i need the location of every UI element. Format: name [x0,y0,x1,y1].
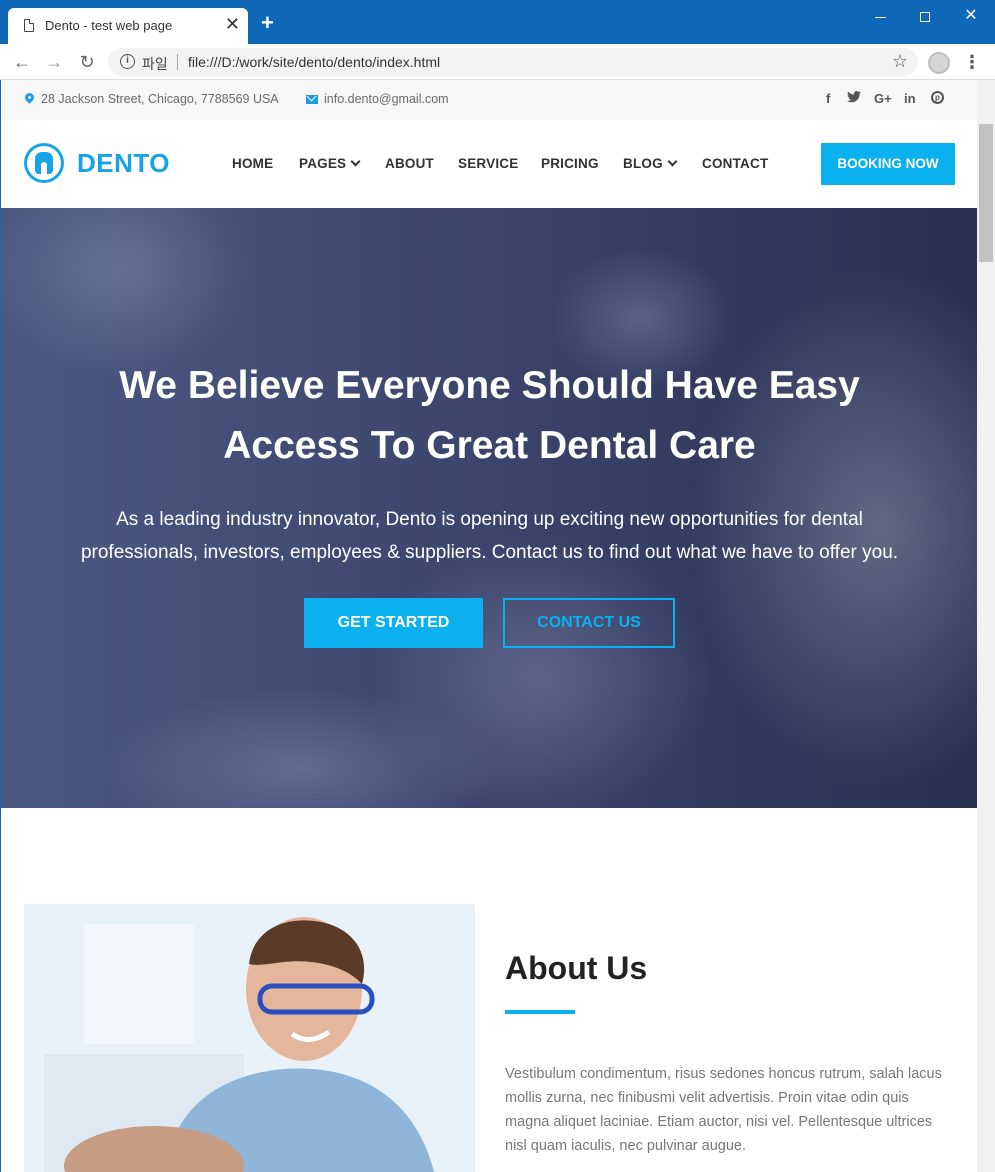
tab-close-icon[interactable]: ✕ [225,14,240,34]
address-text: 28 Jackson Street, Chicago, 7788569 USA [41,92,279,106]
nav-contact[interactable]: CONTACT [702,156,768,171]
nav-service[interactable]: SERVICE [458,156,518,171]
about-dentist-photo [24,904,475,1172]
hero-title-line-1: We Believe Everyone Should Have Easy [119,364,860,407]
url-text[interactable]: file:///D:/work/site/dento/dento/index.h… [188,54,440,70]
back-icon[interactable]: ← [10,50,34,74]
tooth-logo-icon[interactable] [24,143,64,183]
divider [177,54,178,70]
chevron-down-icon [350,156,361,167]
url-scheme-label: 파일 [142,56,168,72]
about-text: Vestibulum condimentum, risus sedones ho… [505,1066,942,1154]
booking-now-button[interactable]: BOOKING NOW [821,143,955,185]
profile-avatar-icon[interactable] [928,52,950,74]
linkedin-icon[interactable]: in [904,91,916,106]
site-header: DENTO HOME PAGES ABOUT SERVICE PRICING B… [1,120,977,208]
browser-toolbar: ← → ↻ i 파일 file:///D:/work/site/dento/de… [0,44,995,80]
browser-titlebar: Dento - test web page ✕ + ✕ [0,0,995,44]
bookmark-star-icon[interactable]: ☆ [892,51,908,72]
forward-icon[interactable]: → [42,50,66,74]
hero-title: We Believe Everyone Should Have Easy Acc… [1,356,977,476]
map-pin-icon [23,91,36,104]
twitter-icon[interactable] [847,91,861,106]
title-underline [505,1010,575,1014]
nav-home[interactable]: HOME [232,156,273,171]
page-scrollbar[interactable] [977,80,995,1172]
browser-tab[interactable]: Dento - test web page ✕ [8,8,248,44]
email-link[interactable]: info.dento@gmail.com [324,92,449,106]
top-info-bar: 28 Jackson Street, Chicago, 7788569 USA … [1,80,977,120]
chevron-down-icon [667,156,678,167]
about-title: About Us [505,950,648,986]
browser-menu-icon[interactable]: ⋮ [962,52,982,72]
hero-subtitle-line-1: As a leading industry innovator, Dento i… [116,509,863,530]
site-logo[interactable]: DENTO [77,148,170,179]
nav-blog[interactable]: BLOG [623,156,678,171]
nav-pages-label: PAGES [299,156,347,171]
envelope-icon [306,95,318,104]
contact-us-button[interactable]: CONTACT US [503,598,675,648]
hero-section: We Believe Everyone Should Have Easy Acc… [1,208,977,808]
maximize-icon[interactable] [905,6,945,26]
reload-icon[interactable]: ↻ [75,50,99,74]
info-icon[interactable]: i [120,54,135,69]
hero-title-line-2: Access To Great Dental Care [223,424,756,467]
page-icon [24,19,34,32]
hero-subtitle: As a leading industry innovator, Dento i… [1,503,977,569]
new-tab-icon[interactable]: + [261,12,274,34]
facebook-icon[interactable]: f [826,91,830,106]
tab-title: Dento - test web page [45,18,173,33]
nav-blog-label: BLOG [623,156,663,171]
nav-pages[interactable]: PAGES [299,156,361,171]
nav-pricing[interactable]: PRICING [541,156,599,171]
pinterest-icon[interactable]: p [931,91,944,104]
minimize-icon[interactable] [860,6,900,26]
nav-about[interactable]: ABOUT [385,156,434,171]
get-started-button[interactable]: GET STARTED [304,598,483,648]
google-plus-icon[interactable]: G+ [874,91,892,106]
address-bar[interactable]: i 파일 file:///D:/work/site/dento/dento/in… [108,48,918,76]
hero-subtitle-line-2: professionals, investors, employees & su… [80,542,899,563]
scrollbar-thumb[interactable] [979,124,993,262]
window-close-icon[interactable]: ✕ [951,6,991,26]
page-viewport: 28 Jackson Street, Chicago, 7788569 USA … [0,80,977,1172]
